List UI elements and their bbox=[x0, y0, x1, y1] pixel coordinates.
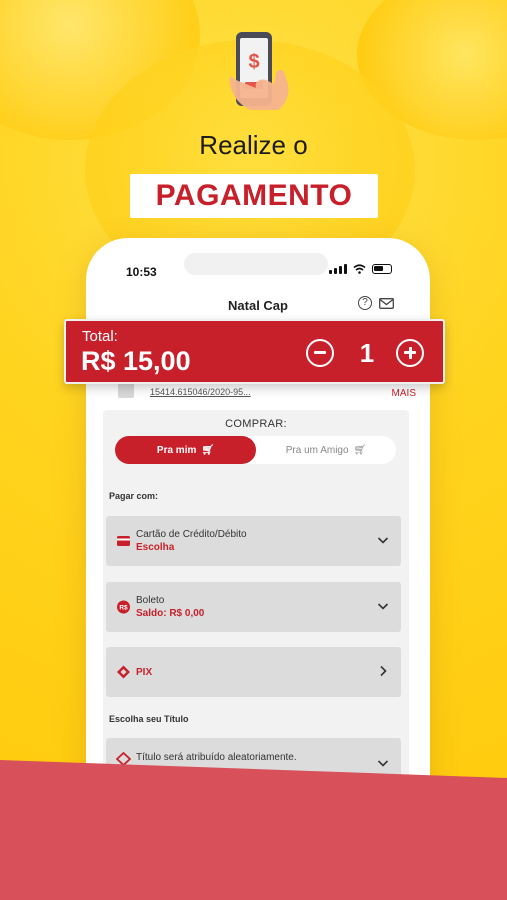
ticket-code[interactable]: 15414.615046/2020-95... bbox=[150, 387, 251, 397]
cart-icon: 🛒︎ bbox=[201, 444, 215, 456]
money-icon: R$ bbox=[117, 600, 130, 614]
ticket-icon bbox=[116, 752, 131, 766]
for-me-option[interactable]: Pra mim 🛒︎ bbox=[115, 436, 256, 464]
decrease-quantity-button[interactable] bbox=[306, 339, 334, 367]
chevron-down-icon bbox=[377, 537, 389, 544]
battery-icon bbox=[372, 264, 392, 274]
recipient-toggle: Pra mim 🛒︎ Pra um Amigo 🛒︎ bbox=[115, 436, 396, 464]
mail-icon[interactable] bbox=[379, 298, 394, 309]
bottom-band bbox=[0, 760, 507, 900]
wifi-icon bbox=[353, 264, 366, 274]
payment-option-card[interactable]: Cartão de Crédito/Débito Escolha bbox=[106, 516, 401, 566]
payment-option-title: Boleto bbox=[136, 595, 165, 606]
payment-option-subtitle: Escolha bbox=[136, 542, 175, 553]
payment-option-pix[interactable]: PIX bbox=[106, 647, 401, 697]
payment-option-boleto[interactable]: R$ Boleto Saldo: R$ 0,00 bbox=[106, 582, 401, 632]
title-option-text: Título será atribuído aleatoriamente. bbox=[136, 752, 297, 763]
increase-quantity-button[interactable] bbox=[396, 339, 424, 367]
for-friend-option[interactable]: Pra um Amigo 🛒︎ bbox=[256, 436, 396, 464]
signal-icon bbox=[329, 264, 347, 274]
choose-title-label: Escolha seu Título bbox=[109, 714, 189, 724]
payment-option-title: Cartão de Crédito/Débito bbox=[136, 529, 247, 540]
buy-label: COMPRAR: bbox=[225, 418, 287, 430]
chevron-down-icon bbox=[377, 760, 389, 767]
status-time: 10:53 bbox=[126, 265, 157, 279]
for-friend-label: Pra um Amigo bbox=[285, 444, 349, 456]
svg-text:R$: R$ bbox=[119, 605, 128, 612]
chevron-down-icon bbox=[377, 603, 389, 610]
pix-icon bbox=[117, 665, 130, 679]
credit-card-icon bbox=[117, 536, 130, 546]
phone-payment-icon: $ bbox=[229, 32, 289, 110]
payment-option-title: PIX bbox=[136, 667, 153, 678]
svg-text:$: $ bbox=[248, 51, 259, 73]
total-bar: Total: R$ 15,00 1 bbox=[64, 319, 445, 384]
status-icons bbox=[329, 264, 392, 274]
total-label: Total: bbox=[82, 328, 118, 345]
pay-with-label: Pagar com: bbox=[109, 491, 159, 501]
phone-notch bbox=[184, 253, 328, 275]
hero-badge: PAGAMENTO bbox=[130, 174, 378, 218]
more-link[interactable]: MAIS bbox=[392, 388, 416, 399]
hero-title: Realize o bbox=[199, 130, 308, 160]
chevron-right-icon bbox=[380, 665, 387, 677]
cart-icon: 🛒︎ bbox=[353, 444, 367, 456]
help-icon[interactable]: ? bbox=[358, 296, 372, 310]
payment-option-subtitle: Saldo: R$ 0,00 bbox=[136, 608, 205, 619]
quantity-value: 1 bbox=[359, 338, 375, 368]
total-value: R$ 15,00 bbox=[81, 346, 191, 376]
ticket-thumbnail bbox=[118, 382, 134, 398]
for-me-label: Pra mim bbox=[156, 444, 197, 456]
